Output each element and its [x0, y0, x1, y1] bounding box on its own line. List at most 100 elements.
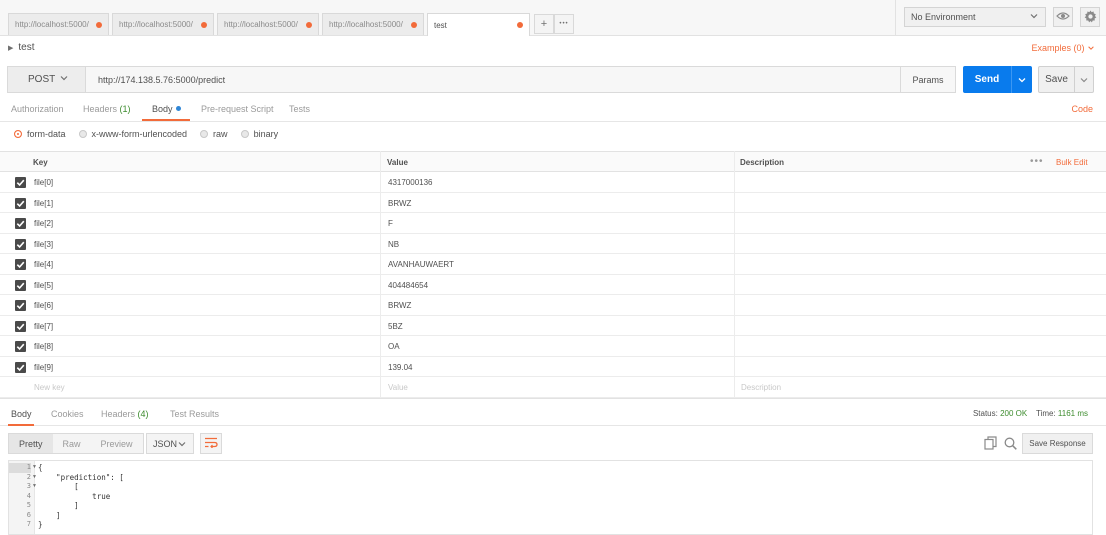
new-value-input[interactable]: Value	[388, 383, 408, 392]
wrap-lines-button[interactable]	[200, 433, 222, 454]
row-value[interactable]: 139.04	[388, 363, 412, 372]
row-value[interactable]: BRWZ	[388, 199, 411, 208]
format-raw-button[interactable]: Raw	[53, 434, 91, 453]
column-header-key: Key	[33, 158, 48, 167]
radio-raw[interactable]: raw	[200, 129, 228, 139]
tab-pre-request-script[interactable]: Pre-request Script	[201, 104, 274, 114]
format-pretty-button[interactable]: Pretty	[9, 434, 53, 453]
radio-x-www-form-urlencoded[interactable]: x-www-form-urlencoded	[78, 129, 187, 139]
row-value[interactable]: AVANHAUWAERT	[388, 260, 454, 269]
chevron-down-icon	[59, 73, 69, 86]
examples-dropdown[interactable]: Examples (0)	[1031, 43, 1095, 53]
row-enabled-checkbox[interactable]	[15, 300, 26, 311]
response-language-select[interactable]: JSON	[146, 433, 194, 454]
row-enabled-checkbox[interactable]	[15, 177, 26, 188]
request-tab-4[interactable]: http://localhost:5000/	[322, 13, 424, 35]
send-options-chevron-down-icon[interactable]	[1012, 75, 1032, 85]
row-key[interactable]: file[8]	[34, 342, 53, 351]
check-icon	[16, 302, 25, 310]
row-value[interactable]: 4317000136	[388, 178, 433, 187]
row-key[interactable]: file[7]	[34, 322, 53, 331]
row-enabled-checkbox[interactable]	[15, 218, 26, 229]
request-tab-2[interactable]: http://localhost:5000/	[112, 13, 214, 35]
format-preview-button[interactable]: Preview	[91, 434, 143, 453]
tab-tests[interactable]: Tests	[289, 104, 310, 114]
response-tab-headers-label: Headers	[101, 409, 136, 419]
code-line: true	[38, 491, 111, 501]
row-enabled-checkbox[interactable]	[15, 320, 26, 332]
request-tab-1[interactable]: http://localhost:5000/	[8, 13, 109, 35]
table-row: file[3] NB	[0, 234, 1106, 254]
manage-environments-button[interactable]	[1080, 7, 1100, 27]
row-value[interactable]: BRWZ	[388, 301, 411, 310]
new-tab-button[interactable]: +	[534, 14, 554, 34]
method-select[interactable]: POST	[7, 66, 86, 93]
row-key[interactable]: file[4]	[34, 260, 53, 269]
save-options-chevron-down-icon[interactable]	[1075, 75, 1093, 85]
tab-options-button[interactable]: •••	[554, 14, 574, 34]
row-enabled-checkbox[interactable]	[15, 197, 26, 209]
new-row: New key Value Description	[0, 377, 1106, 398]
environment-selected-value: No Environment	[911, 12, 976, 22]
row-key[interactable]: file[9]	[34, 363, 53, 372]
form-data-table: Key Value Description ••• Bulk Edit file…	[0, 151, 1106, 398]
tab-authorization[interactable]: Authorization	[11, 104, 64, 114]
new-key-input[interactable]: New key	[34, 383, 65, 392]
column-divider	[734, 151, 735, 399]
row-key[interactable]: file[0]	[34, 178, 53, 187]
copy-icon	[983, 436, 997, 452]
generate-code-link[interactable]: Code	[1071, 104, 1093, 114]
request-name[interactable]: ▶ test	[8, 42, 35, 53]
request-tabs: Authorization Headers (1) Body Pre-reque…	[0, 98, 1106, 122]
row-enabled-checkbox[interactable]	[15, 279, 26, 291]
row-value[interactable]: OA	[388, 342, 400, 351]
radio-form-data[interactable]: form-data	[14, 129, 66, 139]
gear-icon	[1084, 9, 1097, 25]
row-key[interactable]: file[1]	[34, 199, 53, 208]
fold-toggle-icon[interactable]: ▼	[32, 474, 37, 480]
request-tab-3[interactable]: http://localhost:5000/	[217, 13, 319, 35]
environment-quick-look-button[interactable]	[1053, 7, 1073, 27]
row-value[interactable]: 5BZ	[388, 322, 403, 331]
line-number: 4	[26, 491, 31, 500]
response-body-editor[interactable]: 1 ▼{2 ▼ "prediction": [3 ▼ [4 true 5 ] 6 ] 7}	[8, 460, 1093, 535]
row-value[interactable]: 404484654	[388, 281, 428, 290]
row-value[interactable]: NB	[388, 240, 399, 249]
row-key[interactable]: file[5]	[34, 281, 53, 290]
table-options-ellipsis-icon[interactable]: •••	[1030, 156, 1044, 167]
row-key[interactable]: file[6]	[34, 301, 53, 310]
fold-toggle-icon[interactable]: ▼	[32, 483, 37, 489]
row-key[interactable]: file[3]	[34, 240, 53, 249]
params-button[interactable]: Params	[900, 66, 956, 93]
new-description-input[interactable]: Description	[741, 383, 781, 392]
bulk-edit-link[interactable]: Bulk Edit	[1056, 158, 1088, 167]
row-enabled-checkbox[interactable]	[15, 341, 26, 352]
save-button[interactable]: Save	[1038, 66, 1094, 93]
search-response-button[interactable]	[1002, 436, 1018, 452]
line-number: 7	[26, 520, 31, 528]
response-tab-cookies[interactable]: Cookies	[51, 409, 84, 419]
tab-body[interactable]: Body	[152, 104, 181, 114]
tab-headers[interactable]: Headers (1)	[83, 104, 131, 114]
response-tab-headers[interactable]: Headers (4)	[101, 409, 149, 419]
send-button[interactable]: Send	[963, 66, 1032, 93]
row-key[interactable]: file[2]	[34, 219, 53, 228]
save-response-button[interactable]: Save Response	[1022, 433, 1093, 454]
response-tab-test-results[interactable]: Test Results	[170, 409, 219, 419]
time-label: Time:	[1035, 409, 1056, 418]
row-enabled-checkbox[interactable]	[15, 361, 26, 373]
request-tab-test[interactable]: test	[427, 13, 530, 36]
radio-binary[interactable]: binary	[240, 129, 278, 139]
row-enabled-checkbox[interactable]	[15, 259, 26, 270]
response-tab-body[interactable]: Body	[11, 409, 32, 419]
table-row: file[1] BRWZ	[0, 193, 1106, 213]
response-format-group: Pretty Raw Preview	[8, 433, 144, 454]
fold-toggle-icon[interactable]: ▼	[32, 464, 37, 470]
tab-label: http://localhost:5000/	[15, 20, 89, 29]
row-value[interactable]: F	[388, 219, 393, 228]
row-enabled-checkbox[interactable]	[15, 238, 26, 250]
environment-select[interactable]: No Environment	[904, 7, 1046, 27]
url-input[interactable]: http://174.138.5.76:5000/predict	[86, 66, 901, 93]
line-number: 3	[26, 482, 31, 490]
copy-response-button[interactable]	[982, 436, 998, 452]
